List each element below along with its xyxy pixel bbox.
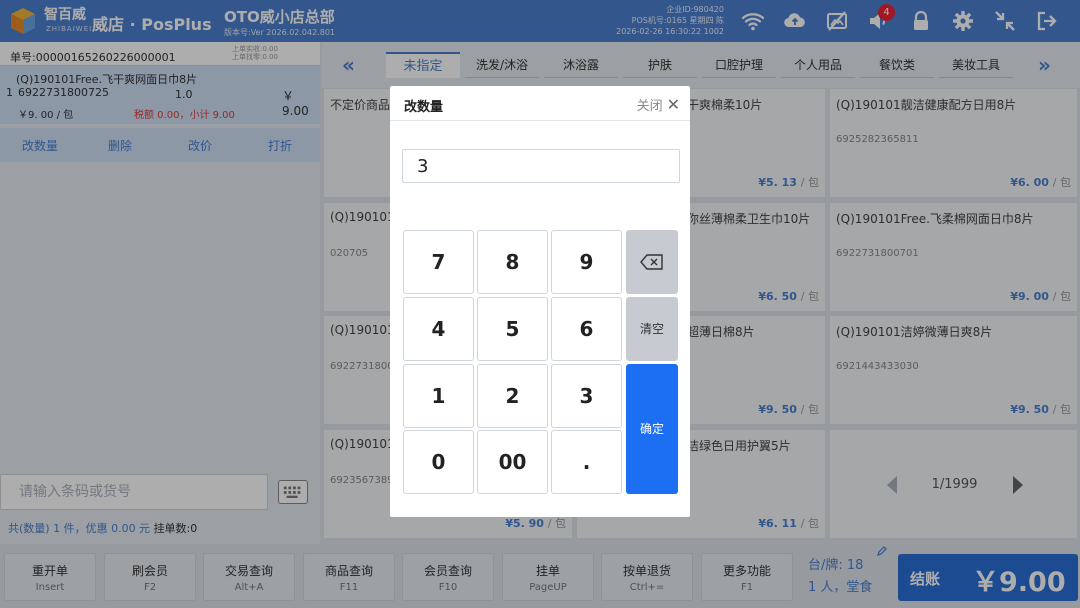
dialog-title: 改数量 bbox=[404, 100, 444, 115]
backspace-button[interactable] bbox=[626, 230, 678, 294]
key-1[interactable]: 1 bbox=[403, 364, 474, 428]
key-4[interactable]: 4 bbox=[403, 297, 474, 361]
key-6[interactable]: 6 bbox=[551, 297, 622, 361]
key-5[interactable]: 5 bbox=[477, 297, 548, 361]
key-00[interactable]: 00 bbox=[477, 430, 548, 494]
quantity-input[interactable] bbox=[402, 149, 680, 183]
close-label: 关闭 bbox=[636, 99, 663, 114]
clear-button[interactable]: 清空 bbox=[626, 297, 678, 361]
key-dot[interactable]: . bbox=[551, 430, 622, 494]
key-3[interactable]: 3 bbox=[551, 364, 622, 428]
key-2[interactable]: 2 bbox=[477, 364, 548, 428]
key-8[interactable]: 8 bbox=[477, 230, 548, 294]
key-9[interactable]: 9 bbox=[551, 230, 622, 294]
confirm-button[interactable]: 确定 bbox=[626, 364, 678, 494]
key-0[interactable]: 0 bbox=[403, 430, 474, 494]
change-quantity-dialog: 改数量 关闭✕ 7 8 9 4 5 6 1 2 3 0 00 . 清空 确定 bbox=[390, 86, 690, 517]
dialog-close-button[interactable]: 关闭 ✕ bbox=[637, 95, 680, 114]
dialog-divider bbox=[390, 120, 690, 121]
backspace-icon bbox=[640, 254, 663, 270]
key-7[interactable]: 7 bbox=[403, 230, 474, 294]
close-icon: ✕ bbox=[666, 95, 680, 114]
